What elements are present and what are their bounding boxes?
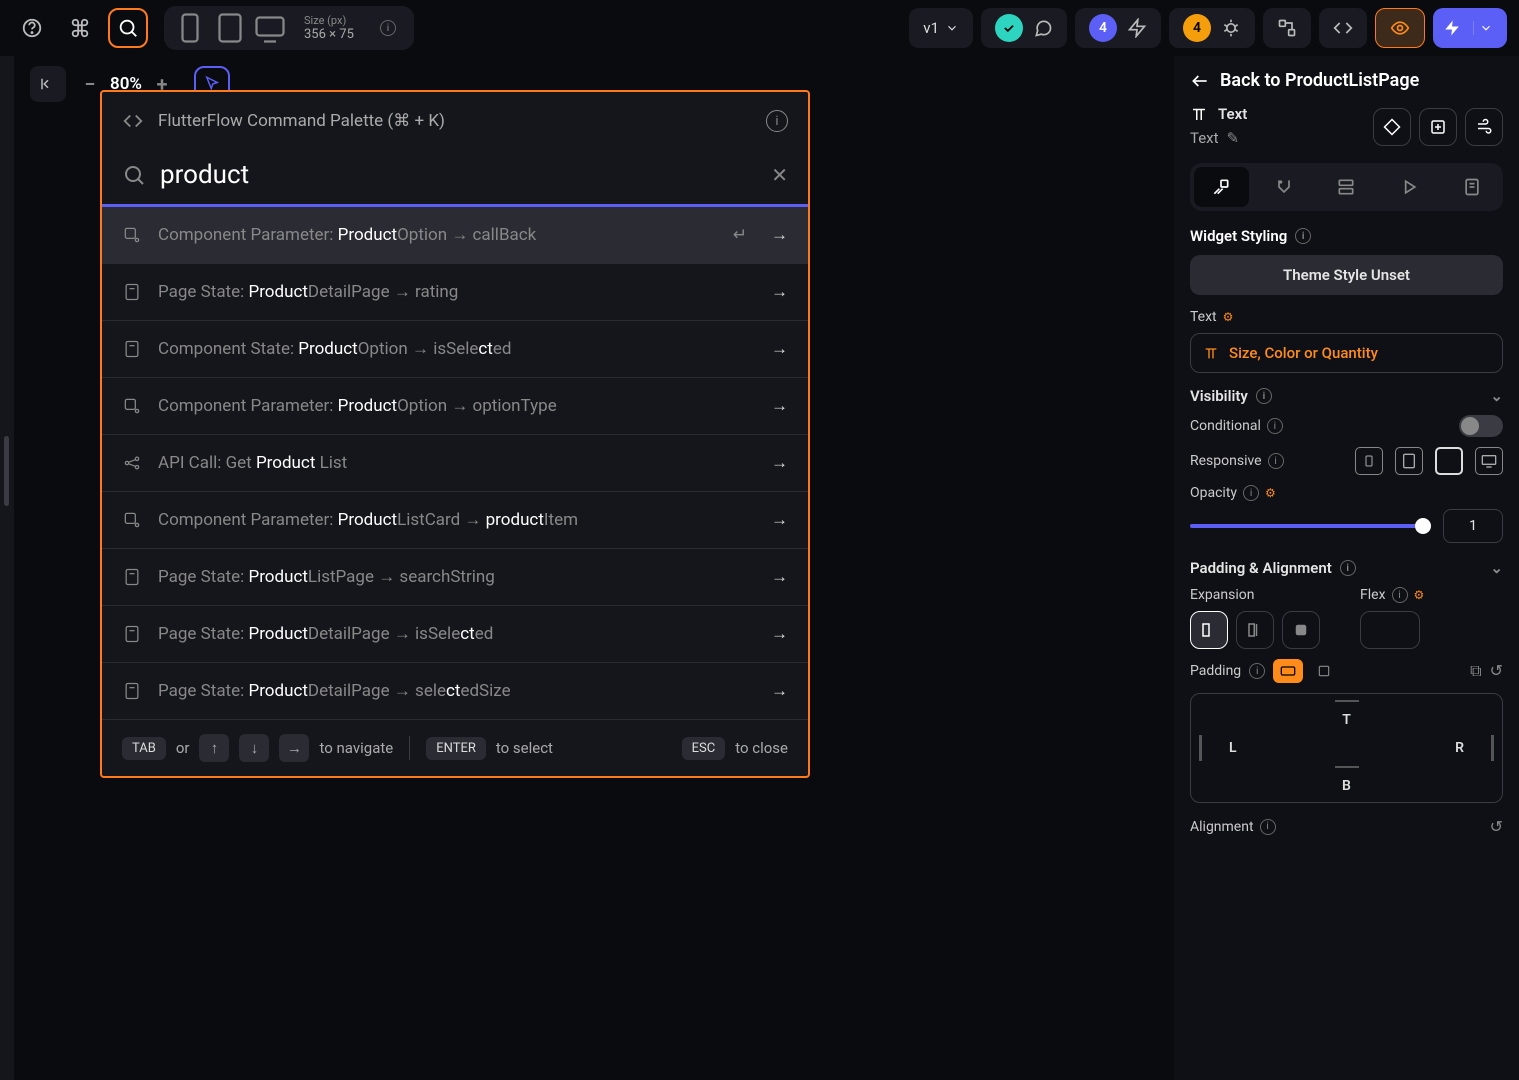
info-icon[interactable]: i — [1243, 485, 1259, 501]
palette-info-icon[interactable]: i — [766, 110, 788, 132]
up-key: ↑ — [199, 734, 229, 762]
reset-padding-icon[interactable]: ↺ — [1490, 661, 1503, 681]
conditional-toggle[interactable] — [1459, 415, 1503, 437]
info-icon[interactable]: i — [1249, 663, 1265, 679]
run-button[interactable] — [1433, 8, 1507, 48]
issues-count: 4 — [1089, 14, 1117, 42]
search-icon[interactable] — [108, 8, 148, 48]
info-icon[interactable]: i — [1295, 228, 1311, 244]
device-preview-group: Size (px) 356 × 75 i — [164, 6, 414, 50]
results-list: Component Parameter: ProductOption → cal… — [102, 207, 808, 720]
padding-mode-all[interactable] — [1273, 659, 1303, 683]
widget-name: Text — [1190, 129, 1219, 147]
tab-key: TAB — [122, 737, 166, 760]
info-icon[interactable]: i — [1340, 560, 1356, 576]
status-pill[interactable] — [981, 8, 1067, 48]
back-button[interactable]: Back to ProductListPage — [1190, 70, 1503, 91]
tab-actions[interactable] — [1257, 167, 1312, 207]
search-icon — [122, 163, 146, 187]
properties-panel: Back to ProductListPage Text Text ✎ Widg… — [1174, 56, 1519, 1080]
bug-icon — [1221, 18, 1241, 38]
padding-mode-individual[interactable] — [1309, 659, 1339, 683]
settings-icon[interactable]: ⚙ — [1223, 310, 1234, 324]
run-dropdown[interactable] — [1473, 21, 1497, 35]
opacity-slider[interactable] — [1190, 524, 1431, 528]
theme-style-button[interactable]: Theme Style Unset — [1190, 255, 1503, 295]
exp-flex[interactable] — [1236, 611, 1274, 649]
tab-backend[interactable] — [1319, 167, 1374, 207]
left-rail — [0, 56, 14, 1080]
responsive-desktop[interactable] — [1475, 447, 1503, 475]
info-icon[interactable]: i — [1392, 587, 1408, 603]
settings-icon[interactable]: ⚙ — [1265, 486, 1276, 500]
command-icon[interactable] — [60, 8, 100, 48]
result-item[interactable]: Page State: ProductDetailPage → selected… — [102, 663, 808, 720]
copy-padding-icon[interactable]: ⧉ — [1470, 661, 1481, 681]
branching-button[interactable] — [1263, 8, 1311, 48]
result-item[interactable]: Page State: ProductDetailPage → rating→ — [102, 264, 808, 321]
enter-key: ENTER — [426, 737, 486, 760]
reset-alignment-icon[interactable]: ↺ — [1490, 817, 1503, 836]
size-info-icon[interactable]: i — [370, 10, 406, 46]
result-item[interactable]: Component Parameter: ProductListCard → p… — [102, 492, 808, 549]
down-key: ↓ — [239, 734, 269, 762]
tab-docs[interactable] — [1444, 167, 1499, 207]
chevron-down-icon[interactable]: ⌄ — [1490, 559, 1503, 577]
clear-search-button[interactable]: ✕ — [771, 163, 788, 187]
result-item[interactable]: Component Parameter: ProductOption → opt… — [102, 378, 808, 435]
result-item[interactable]: Component Parameter: ProductOption → cal… — [102, 207, 808, 264]
tab-style[interactable] — [1194, 167, 1249, 207]
help-icon[interactable] — [12, 8, 52, 48]
palette-title: FlutterFlow Command Palette (⌘ + K) — [158, 111, 445, 131]
tab-animations[interactable] — [1382, 167, 1437, 207]
warnings-count: 4 — [1183, 14, 1211, 42]
responsive-laptop[interactable] — [1435, 447, 1463, 475]
info-icon[interactable]: i — [1267, 418, 1283, 434]
issues-pill[interactable]: 4 — [1075, 8, 1161, 48]
check-icon — [995, 14, 1023, 42]
diamond-icon[interactable] — [1373, 108, 1411, 146]
left-rail-handle[interactable] — [4, 436, 9, 506]
canvas-size: Size (px) 356 × 75 — [292, 14, 366, 42]
tablet-icon[interactable] — [212, 10, 248, 46]
responsive-tablet[interactable] — [1395, 447, 1423, 475]
add-box-icon[interactable] — [1419, 108, 1457, 146]
code-button[interactable] — [1319, 8, 1367, 48]
result-item[interactable]: Component State: ProductOption → isSelec… — [102, 321, 808, 378]
edit-name-icon[interactable]: ✎ — [1227, 129, 1240, 147]
padding-editor[interactable]: T L R B — [1190, 693, 1503, 803]
info-icon[interactable]: i — [1260, 819, 1276, 835]
esc-key: ESC — [682, 737, 726, 760]
command-palette: FlutterFlow Command Palette (⌘ + K) i ✕ … — [100, 90, 810, 778]
widget-type: Text — [1218, 105, 1247, 123]
settings-icon[interactable]: ⚙ — [1414, 588, 1425, 602]
preview-button[interactable] — [1375, 8, 1425, 48]
exp-default[interactable] — [1190, 611, 1228, 649]
right-key: → — [279, 734, 309, 762]
version-selector[interactable]: v1 — [909, 8, 973, 48]
comment-icon — [1033, 18, 1053, 38]
warnings-pill[interactable]: 4 — [1169, 8, 1255, 48]
wind-icon[interactable] — [1465, 108, 1503, 146]
exp-expand[interactable] — [1282, 611, 1320, 649]
result-item[interactable]: Page State: ProductDetailPage → isSelect… — [102, 606, 808, 663]
zoom-out-button[interactable]: − — [78, 72, 102, 96]
opacity-value[interactable]: 1 — [1443, 509, 1503, 543]
responsive-phone[interactable] — [1355, 447, 1383, 475]
text-icon — [1190, 105, 1208, 123]
chevron-down-icon[interactable]: ⌄ — [1490, 387, 1503, 405]
palette-search-input[interactable] — [160, 160, 757, 190]
info-icon[interactable]: i — [1268, 453, 1284, 469]
collapse-panel-button[interactable] — [30, 66, 66, 102]
desktop-icon[interactable] — [252, 10, 288, 46]
info-icon[interactable]: i — [1256, 388, 1272, 404]
code-icon — [122, 110, 144, 132]
text-value-input[interactable]: Size, Color or Quantity — [1190, 333, 1503, 373]
flex-input[interactable] — [1360, 611, 1420, 649]
flash-icon — [1127, 18, 1147, 38]
phone-icon[interactable] — [172, 10, 208, 46]
result-item[interactable]: Page State: ProductListPage → searchStri… — [102, 549, 808, 606]
result-item[interactable]: API Call: Get Product List→ — [102, 435, 808, 492]
